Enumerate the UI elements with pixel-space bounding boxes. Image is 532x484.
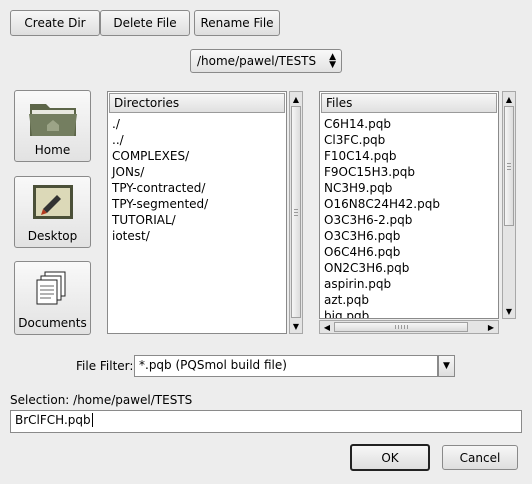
scrollbar-thumb[interactable] [291, 106, 301, 318]
file-item[interactable]: O6C4H6.pqb [320, 244, 498, 260]
file-item[interactable]: O3C3H6-2.pqb [320, 212, 498, 228]
files-vertical-scrollbar[interactable]: ▲ ▼ [502, 91, 516, 319]
directory-item[interactable]: JONs/ [108, 164, 286, 180]
selection-label: Selection: /home/pawel/TESTS [10, 393, 193, 407]
ok-button[interactable]: OK [350, 444, 430, 471]
directory-item[interactable]: iotest/ [108, 228, 286, 244]
file-item[interactable]: Cl3FC.pqb [320, 132, 498, 148]
file-item[interactable]: C6H14.pqb [320, 116, 498, 132]
file-item[interactable]: ON2C3H6.pqb [320, 260, 498, 276]
desktop-icon [32, 185, 73, 219]
scroll-right-arrow-icon[interactable]: ▶ [485, 321, 497, 333]
file-item[interactable]: O3C3H6.pqb [320, 228, 498, 244]
cancel-button[interactable]: Cancel [442, 445, 518, 470]
files-header: Files [321, 93, 497, 113]
scroll-left-arrow-icon[interactable]: ◀ [321, 321, 333, 333]
file-item[interactable]: F9OC15H3.pqb [320, 164, 498, 180]
directory-item[interactable]: COMPLEXES/ [108, 148, 286, 164]
file-item[interactable]: big.pqb [320, 308, 498, 318]
directory-item[interactable]: ./ [108, 116, 286, 132]
place-home-button[interactable]: Home [14, 90, 91, 162]
files-rows: C6H14.pqb Cl3FC.pqb F10C14.pqb F9OC15H3.… [320, 114, 498, 318]
horizontal-scrollbar-thumb[interactable] [334, 322, 468, 332]
scroll-up-arrow-icon[interactable]: ▲ [504, 93, 514, 105]
file-item[interactable]: NC3H9.pqb [320, 180, 498, 196]
path-combo-value: /home/pawel/TESTS [197, 54, 317, 68]
file-filter-combo[interactable]: *.pqb (PQSmol build file) [134, 355, 438, 377]
file-item[interactable]: azt.pqb [320, 292, 498, 308]
directories-header: Directories [109, 93, 285, 113]
file-item[interactable]: aspirin.pqb [320, 276, 498, 292]
scroll-up-arrow-icon[interactable]: ▲ [291, 93, 301, 105]
file-item[interactable]: F10C14.pqb [320, 148, 498, 164]
place-desktop-button[interactable]: Desktop [14, 176, 91, 248]
home-folder-icon [28, 104, 77, 136]
files-list[interactable]: Files C6H14.pqb Cl3FC.pqb F10C14.pqb F9O… [319, 91, 499, 319]
place-documents-button[interactable]: Documents [14, 261, 91, 335]
directory-item[interactable]: TUTORIAL/ [108, 212, 286, 228]
documents-icon [36, 271, 65, 305]
text-cursor [91, 413, 93, 427]
rename-file-button[interactable]: Rename File [194, 10, 280, 36]
selection-value: BrClFCH.pqb [15, 413, 91, 427]
place-documents-label: Documents [18, 316, 87, 330]
files-horizontal-scrollbar[interactable]: ◀ ▶ [319, 320, 499, 334]
selection-input[interactable]: BrClFCH.pqb [10, 410, 522, 433]
chevron-down-icon[interactable]: ▼ [438, 355, 455, 377]
scroll-down-arrow-icon[interactable]: ▼ [504, 305, 514, 317]
directory-item[interactable]: ../ [108, 132, 286, 148]
delete-file-button[interactable]: Delete File [100, 10, 190, 36]
file-item[interactable]: O16N8C24H42.pqb [320, 196, 498, 212]
directories-scrollbar[interactable]: ▲ ▼ [289, 91, 303, 334]
place-home-label: Home [34, 143, 71, 157]
directory-item[interactable]: TPY-contracted/ [108, 180, 286, 196]
file-filter-label: File Filter: [76, 359, 134, 373]
create-dir-button[interactable]: Create Dir [10, 10, 100, 36]
directories-rows: ./ ../ COMPLEXES/ JONs/ TPY-contracted/ … [108, 114, 286, 244]
directories-list[interactable]: Directories ./ ../ COMPLEXES/ JONs/ TPY-… [107, 91, 287, 334]
updown-arrows-icon: ▲ ▼ [329, 52, 336, 70]
place-desktop-label: Desktop [27, 229, 78, 243]
scrollbar-thumb[interactable] [504, 106, 514, 226]
scroll-down-arrow-icon[interactable]: ▼ [291, 320, 301, 332]
path-combo[interactable]: /home/pawel/TESTS ▲ ▼ [190, 49, 342, 73]
directory-item[interactable]: TPY-segmented/ [108, 196, 286, 212]
